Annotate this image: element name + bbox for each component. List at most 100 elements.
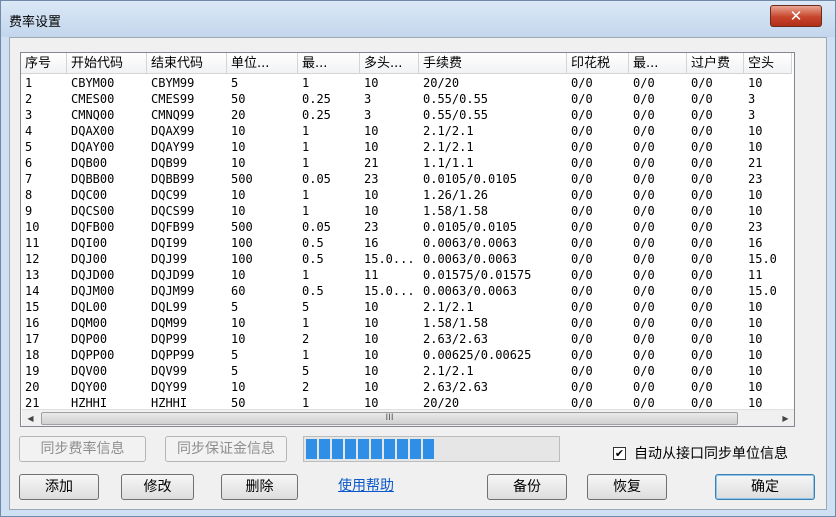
cell-col-unit: 10 — [231, 204, 246, 218]
cell-col-long: 10 — [364, 140, 379, 154]
table-row[interactable]: 4 DQAX00 DQAX99 10 1 10 2.1/2.1 0/0 0/0 0/0 10 — [21, 123, 794, 139]
table-row[interactable]: 8 DQC00 DQC99 10 1 10 1.26/1.26 0/0 0/0 0/0 10 — [21, 187, 794, 203]
cell-col-fee: 0.00625/0.00625 — [423, 348, 532, 362]
horizontal-scrollbar[interactable]: ◀ III ▶ — [22, 409, 794, 426]
grip-icon: III — [385, 413, 394, 423]
header-col-min2[interactable]: 最... — [629, 53, 687, 74]
header-col-stamp[interactable]: 印花税 — [567, 53, 629, 74]
cell-col-unit: 10 — [231, 268, 246, 282]
table-row[interactable]: 9 DQCS00 DQCS99 10 1 10 1.58/1.58 0/0 0/0 0/0 10 — [21, 203, 794, 219]
header-col-transfer[interactable]: 过户费 — [687, 53, 744, 74]
table-row[interactable]: 13 DQJD00 DQJD99 10 1 11 0.01575/0.01575 0/0 0/0… — [21, 267, 794, 283]
cell-col-min2: 0/0 — [633, 156, 655, 170]
table-row[interactable]: 17 DQP00 DQP99 10 2 10 2.63/2.63 0/0 0/0 0/0 10 — [21, 331, 794, 347]
table-row[interactable]: 2 CMES00 CMES99 50 0.25 3 0.55/0.55 0/0 0/0 0/0 3 — [21, 91, 794, 107]
cell-col-min: 1 — [302, 268, 310, 282]
ok-button[interactable]: 确定 — [715, 474, 815, 500]
cell-col-unit: 10 — [231, 156, 246, 170]
table-row[interactable]: 12 DQJ00 DQJ99 100 0.5 15.0... 0.0063/0.0063 0/… — [21, 251, 794, 267]
table-row[interactable]: 10 DQFB00 DQFB99 500 0.05 23 0.0105/0.0105 0/0 0… — [21, 219, 794, 235]
fee-settings-dialog: 费率设置 ✕ 序号 开始代码 结束代码 单位... 最... 多头... 手续费 印花税 最..… — [0, 0, 836, 517]
restore-button[interactable]: 恢复 — [587, 474, 667, 500]
cell-col-stamp: 0/0 — [571, 156, 593, 170]
table-row[interactable]: 1 CBYM00 CBYM99 5 1 10 20/20 0/0 0/0 0/0 10 — [21, 75, 794, 91]
cell-col-end-code: DQY99 — [151, 380, 188, 394]
sync-margin-button[interactable]: 同步保证金信息 — [165, 436, 287, 462]
cell-col-short: 10 — [748, 140, 763, 154]
scroll-left-icon[interactable]: ◀ — [22, 410, 39, 426]
cell-col-min2: 0/0 — [633, 300, 655, 314]
cell-col-stamp: 0/0 — [571, 108, 593, 122]
table-row[interactable]: 19 DQV00 DQV99 5 5 10 2.1/2.1 0/0 0/0 0/0 10 — [21, 363, 794, 379]
table-row[interactable]: 18 DQPP00 DQPP99 5 1 10 0.00625/0.00625 0/0 0/0 0… — [21, 347, 794, 363]
header-col-no[interactable]: 序号 — [21, 53, 67, 74]
table-row[interactable]: 20 DQY00 DQY99 10 2 10 2.63/2.63 0/0 0/0 0/0 10 — [21, 379, 794, 395]
table-row[interactable]: 6 DQB00 DQB99 10 1 21 1.1/1.1 0/0 0/0 0/0 21 — [21, 155, 794, 171]
cell-col-min2: 0/0 — [633, 284, 655, 298]
cell-col-end-code: DQM99 — [151, 316, 188, 330]
cell-col-transfer: 0/0 — [691, 76, 713, 90]
header-col-fee[interactable]: 手续费 — [419, 53, 567, 74]
cell-col-transfer: 0/0 — [691, 92, 713, 106]
edit-button[interactable]: 修改 — [121, 474, 194, 500]
cell-col-transfer: 0/0 — [691, 140, 713, 154]
cell-col-unit: 10 — [231, 124, 246, 138]
cell-col-fee: 1.58/1.58 — [423, 316, 489, 330]
cell-col-long: 10 — [364, 380, 379, 394]
cell-col-stamp: 0/0 — [571, 76, 593, 90]
cell-col-unit: 5 — [231, 364, 239, 378]
auto-sync-checkbox[interactable]: ✔ 自动从接口同步单位信息 — [613, 443, 788, 463]
cell-col-min: 0.25 — [302, 92, 331, 106]
cell-col-end-code: DQP99 — [151, 332, 188, 346]
table-row[interactable]: 14 DQJM00 DQJM99 60 0.5 15.0... 0.0063/0.0063 0… — [21, 283, 794, 299]
cell-col-transfer: 0/0 — [691, 204, 713, 218]
cell-col-long: 15.0... — [364, 284, 415, 298]
fee-table[interactable]: 序号 开始代码 结束代码 单位... 最... 多头... 手续费 印花税 最... 过户费 空头 … — [20, 52, 795, 427]
cell-col-no: 7 — [25, 172, 33, 186]
scroll-right-icon[interactable]: ▶ — [777, 410, 794, 426]
header-col-min[interactable]: 最... — [298, 53, 360, 74]
delete-button[interactable]: 删除 — [221, 474, 298, 500]
cell-col-min: 0.5 — [302, 252, 324, 266]
cell-col-fee: 2.63/2.63 — [423, 380, 489, 394]
table-row[interactable]: 16 DQM00 DQM99 10 1 10 1.58/1.58 0/0 0/0 0/0 10 — [21, 315, 794, 331]
header-col-long[interactable]: 多头... — [360, 53, 419, 74]
cell-col-end-code: DQJ99 — [151, 252, 188, 266]
table-row[interactable]: 15 DQL00 DQL99 5 5 10 2.1/2.1 0/0 0/0 0/0 10 — [21, 299, 794, 315]
cell-col-long: 10 — [364, 316, 379, 330]
cell-col-unit: 5 — [231, 76, 239, 90]
cell-col-start-code: DQPP00 — [71, 348, 115, 362]
table-row[interactable]: 11 DQI00 DQI99 100 0.5 16 0.0063/0.0063 0/0 0/0 0… — [21, 235, 794, 251]
cell-col-fee: 0.55/0.55 — [423, 108, 489, 122]
cell-col-min2: 0/0 — [633, 364, 655, 378]
cell-col-stamp: 0/0 — [571, 380, 593, 394]
cell-col-unit: 100 — [231, 236, 253, 250]
help-link[interactable]: 使用帮助 — [338, 475, 394, 495]
header-col-start-code[interactable]: 开始代码 — [67, 53, 147, 74]
table-row[interactable]: 5 DQAY00 DQAY99 10 1 10 2.1/2.1 0/0 0/0 0/0 10 — [21, 139, 794, 155]
cell-col-long: 10 — [364, 188, 379, 202]
vertical-scrollbar[interactable]: ▲ ▼ — [794, 54, 795, 409]
dialog-body: 序号 开始代码 结束代码 单位... 最... 多头... 手续费 印花税 最... 过户费 空头 … — [9, 37, 827, 510]
cell-col-unit: 5 — [231, 300, 239, 314]
table-row[interactable]: 3 CMNQ00 CMNQ99 20 0.25 3 0.55/0.55 0/0 0/0 0/0 3 — [21, 107, 794, 123]
cell-col-long: 3 — [364, 108, 372, 122]
horizontal-scroll-thumb[interactable]: III — [41, 412, 738, 425]
cell-col-end-code: DQV99 — [151, 364, 188, 378]
header-col-unit[interactable]: 单位... — [227, 53, 298, 74]
checkbox-box[interactable]: ✔ — [613, 446, 626, 460]
cell-col-no: 12 — [25, 252, 40, 266]
header-col-short[interactable]: 空头 — [744, 53, 792, 74]
cell-col-transfer: 0/0 — [691, 332, 713, 346]
cell-col-min2: 0/0 — [633, 252, 655, 266]
close-button[interactable]: ✕ — [770, 5, 822, 27]
table-row[interactable]: 7 DQBB00 DQBB99 500 0.05 23 0.0105/0.0105 0/0 0/… — [21, 171, 794, 187]
add-button[interactable]: 添加 — [19, 474, 99, 500]
header-col-end-code[interactable]: 结束代码 — [147, 53, 227, 74]
cell-col-start-code: DQV00 — [71, 364, 108, 378]
sync-fee-button[interactable]: 同步费率信息 — [19, 436, 146, 462]
backup-button[interactable]: 备份 — [487, 474, 567, 500]
cell-col-min2: 0/0 — [633, 236, 655, 250]
cell-col-short: 10 — [748, 124, 763, 138]
title-bar[interactable]: 费率设置 ✕ — [1, 1, 835, 37]
